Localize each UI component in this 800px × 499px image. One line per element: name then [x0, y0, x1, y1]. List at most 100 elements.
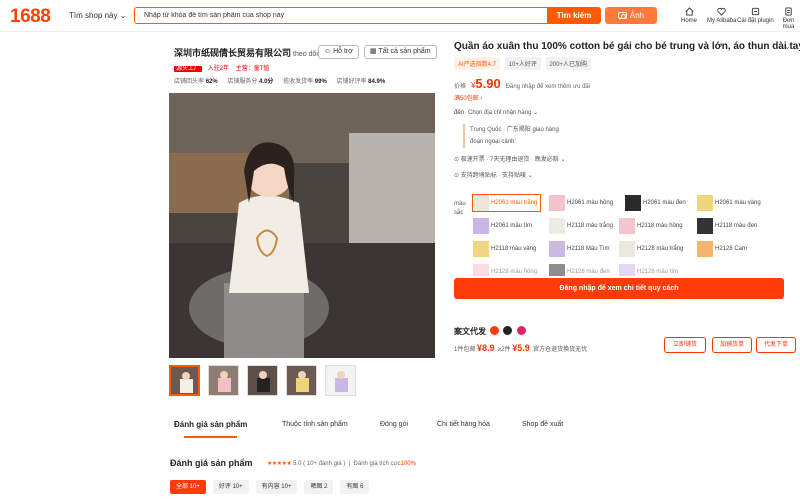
thumbnail[interactable]: [325, 365, 356, 396]
nav-home[interactable]: Home: [681, 7, 697, 24]
tab-packaging[interactable]: Đóng gói: [380, 421, 408, 428]
filter-with-content[interactable]: 有内容 10+: [255, 480, 298, 494]
thumbnail[interactable]: [286, 365, 317, 396]
shop-scope-label: Tìm shop này: [69, 11, 118, 20]
variant-swatch: [549, 241, 565, 257]
main-product-image[interactable]: [169, 93, 435, 358]
variant-option[interactable]: H2118 Màu Tím: [548, 240, 613, 258]
seller-stats: 店铺回头率 62% 店铺服务分 4.0分 揽收发货率 99% 店铺好评率 84.…: [174, 76, 393, 85]
variant-option[interactable]: H2128 Cam: [696, 240, 751, 258]
service-row[interactable]: ⊙ 极速开票 · 7天无理由退货 · 晚发必赔 ⌄: [454, 154, 565, 163]
crossborder-text: 支持跨境贴标 · 支持贴唛: [460, 173, 527, 179]
stat-value: 99%: [314, 79, 327, 85]
login-for-details-button[interactable]: Đăng nhập để xem chi tiết quy cách: [454, 278, 784, 299]
add-to-list-button[interactable]: 加铺货单: [712, 337, 752, 353]
variant-option[interactable]: H2128 màu đen: [548, 263, 614, 276]
dropship-order-button[interactable]: 代发下单: [756, 337, 796, 353]
variant-option[interactable]: H2118 màu vàng: [472, 240, 540, 258]
all-products-button[interactable]: ▦ Tất cả sản phẩm: [364, 45, 437, 59]
variant-swatch: [697, 241, 713, 257]
product-photo: [169, 93, 435, 358]
thumbnail[interactable]: [247, 365, 278, 396]
positive-percent: 100%: [400, 461, 416, 467]
seller-card: 深圳市纸砚倩长贸易有限公司 theo dõi ☺ Hỗ trợ ▦ Tất cả …: [166, 40, 437, 90]
thumbnail-photo: [209, 366, 238, 395]
factory-badge: 源头工厂: [174, 66, 203, 72]
cart-count-badge: 200+人已加购: [545, 57, 592, 70]
review-summary: ★★★★★ 5.0 ( 10+ đánh giá ) | Đánh giá tí…: [267, 461, 416, 467]
home-icon: [685, 7, 693, 16]
tab-reviews[interactable]: Đánh giá sản phẩm: [174, 420, 247, 438]
nav-my-alibaba-label: My Alibaba: [707, 18, 737, 24]
thumbnail-photo: [326, 366, 355, 395]
support-button[interactable]: ☺ Hỗ trợ: [318, 45, 359, 59]
ship-to-value: Chọn địa chỉ nhận hàng: [468, 110, 532, 116]
variant-option[interactable]: H2118 màu trắng: [548, 217, 617, 235]
follow-link[interactable]: theo dõi: [293, 51, 318, 58]
thumbnail[interactable]: [169, 365, 200, 396]
collapse-chevron-icon[interactable]: ⌄: [784, 42, 791, 51]
ship-to-row[interactable]: đến Chọn địa chỉ nhận hàng ⌄: [454, 109, 538, 116]
variant-swatch: [473, 195, 489, 211]
tab-attributes[interactable]: Thuộc tính sản phẩm: [282, 421, 348, 428]
variant-option[interactable]: H2061 màu trắng: [472, 194, 542, 212]
filter-positive[interactable]: 好评 10+: [212, 480, 249, 494]
filter-with-images[interactable]: 有图 6: [340, 480, 370, 494]
nav-home-label: Home: [681, 18, 698, 24]
tab-details[interactable]: Chi tiết hàng hóa: [437, 421, 490, 428]
dropship-title-text: 案文代发: [454, 327, 486, 336]
nav-plugin-label: Cài đặt plugin: [737, 18, 774, 24]
platform-icon[interactable]: [490, 326, 500, 335]
reviews-badge: 10+人好评: [504, 57, 541, 70]
variant-option[interactable]: H2128 màu hồng: [472, 263, 541, 276]
seller-name-text: 深圳市纸砚倩长贸易有限公司: [174, 48, 292, 58]
filter-all[interactable]: 全部 10+: [170, 480, 206, 494]
review-count: ( 10+ đánh giá ): [303, 461, 346, 467]
nav-orders[interactable]: Đơn mua: [777, 7, 800, 30]
variant-option[interactable]: H2061 màu hồng: [548, 194, 617, 212]
filter-photo-shows[interactable]: 晒图 2: [304, 480, 334, 494]
nav-plugin[interactable]: Cài đặt plugin: [737, 7, 774, 24]
variant-swatch: [549, 218, 565, 234]
search-input[interactable]: [134, 7, 548, 24]
variant-label: H2118 màu hồng: [637, 223, 683, 229]
variant-label: H2128 màu tím: [637, 269, 679, 275]
variant-option[interactable]: H2061 màu vàng: [696, 194, 765, 212]
site-logo[interactable]: 1688: [10, 6, 51, 28]
price-login-note[interactable]: Đăng nhập để xem thêm ưu đãi: [506, 84, 590, 90]
variant-label: H2118 màu vàng: [491, 246, 537, 252]
variant-swatch: [473, 218, 489, 234]
heart-icon: [717, 7, 726, 16]
tab-recommended[interactable]: Shop đề xuất: [522, 421, 563, 428]
variant-label: H2118 màu trắng: [567, 223, 613, 229]
xiaohongshu-icon[interactable]: [516, 326, 526, 335]
seller-name[interactable]: 深圳市纸砚倩长贸易有限公司 theo dõi: [174, 46, 318, 59]
positive-label: Đánh giá tích cực: [353, 461, 401, 467]
variant-option[interactable]: H2118 màu đen: [696, 217, 761, 235]
stat-label: 店铺好评率: [336, 79, 367, 85]
variant-swatch: [697, 195, 713, 211]
product-badges: AI严选指数4.7 10+人好评 200+人已加购: [454, 57, 594, 70]
tiktok-icon[interactable]: [503, 326, 513, 335]
variant-label: H2128 màu trắng: [637, 246, 684, 252]
variant-option[interactable]: H2061 màu tím: [472, 217, 536, 235]
variant-option[interactable]: H2128 màu trắng: [618, 240, 687, 258]
star-rating: ★★★★★: [267, 461, 292, 467]
variant-option[interactable]: H2128 màu tím: [618, 263, 682, 276]
image-search-button[interactable]: Ảnh: [605, 7, 657, 24]
dropship-prices: 1件包邮 ¥8.9 ≥2件 ¥5.9 官方仓退货换货无忧: [454, 343, 587, 353]
shop-scope-dropdown[interactable]: Tìm shop này ⌄: [69, 11, 126, 20]
crossborder-row[interactable]: ⊙ 支持跨境贴标 · 支持贴唛 ⌄: [454, 170, 533, 179]
chevron-down-icon: ⌄: [119, 11, 127, 20]
variant-swatch: [697, 218, 713, 234]
variant-label: H2118 Màu Tím: [567, 246, 610, 252]
variant-option[interactable]: H2118 màu hồng: [618, 217, 687, 235]
search-button[interactable]: Tìm kiếm: [547, 7, 601, 24]
list-now-button[interactable]: 立即铺货: [664, 337, 706, 353]
image-search-label: Ảnh: [629, 11, 645, 20]
thumbnail[interactable]: [208, 365, 239, 396]
variant-option[interactable]: H2061 màu đen: [624, 194, 690, 212]
stat-value: 4.0分: [259, 79, 274, 85]
nav-my-alibaba[interactable]: My Alibaba: [707, 7, 736, 24]
reviews-heading: Đánh giá sản phẩm: [170, 458, 253, 468]
